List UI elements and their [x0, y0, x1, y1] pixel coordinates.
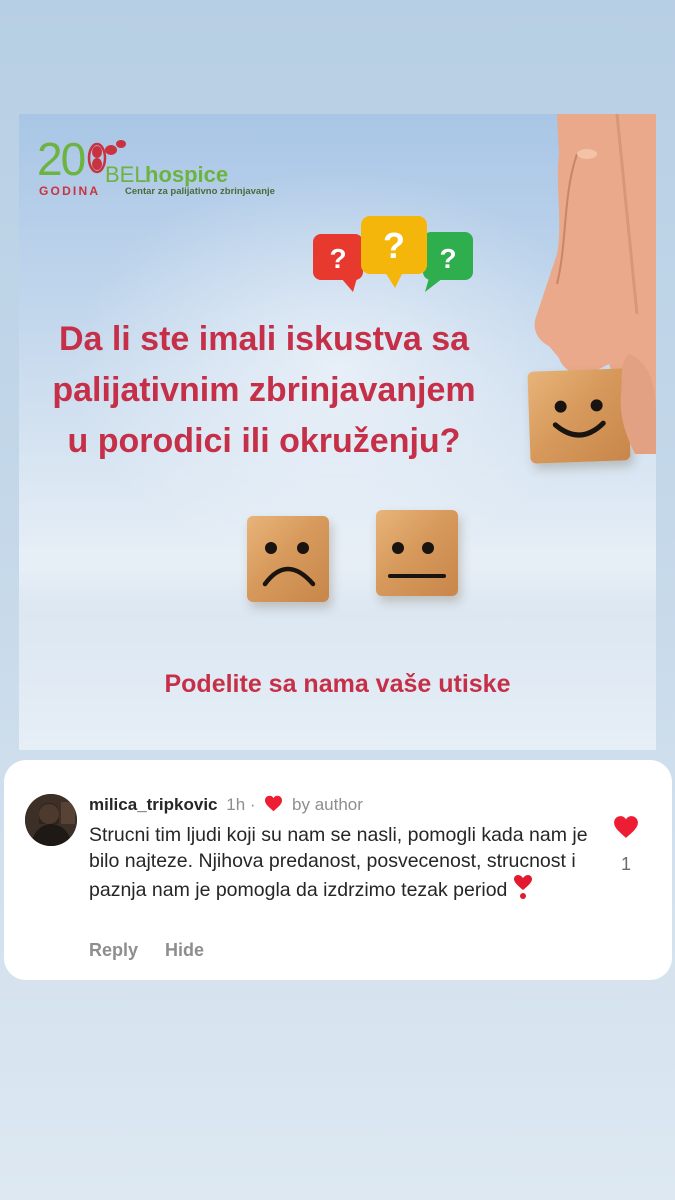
- comment-actions: Reply Hide: [89, 940, 226, 961]
- red-bubble: ?: [313, 234, 363, 292]
- logo-godina: GODINA: [39, 184, 101, 198]
- bubble-mark-1: ?: [329, 243, 346, 274]
- sad-cube: [247, 516, 329, 602]
- avatar-photo: [25, 794, 77, 846]
- meta-separator: ·: [249, 795, 256, 814]
- yellow-bubble: ?: [361, 216, 427, 288]
- post-cta: Podelite sa nama vaše utiske: [164, 670, 511, 698]
- neutral-cube: [376, 510, 458, 596]
- belhospice-logo: 20 GODINA BEL hospice Centar za palijati…: [37, 136, 277, 206]
- green-bubble: ?: [423, 232, 473, 292]
- logo-bel: BEL: [105, 162, 147, 187]
- neutral-face-icon: [388, 542, 446, 578]
- thumb-overlay: [620, 354, 656, 454]
- background-floor: [19, 554, 656, 750]
- logo-hospice: hospice: [145, 162, 229, 187]
- headline-line-2: palijativnim zbrinjavanjem: [52, 371, 476, 409]
- headline-line-3: u porodici ili okruženju?: [67, 422, 461, 460]
- post-image: 20 GODINA BEL hospice Centar za palijati…: [19, 114, 656, 750]
- question-bubbles-icon: ? ? ?: [313, 216, 473, 292]
- logo-number: 20: [37, 133, 86, 185]
- bubble-mark-3: ?: [439, 243, 456, 274]
- heart-exclamation-icon: [514, 875, 533, 899]
- like-count: 1: [620, 854, 631, 874]
- bubble-mark-2: ?: [383, 225, 405, 266]
- sad-face-icon: [262, 542, 316, 587]
- post-headline: Da li ste imali iskustva sa palijativnim…: [19, 314, 509, 467]
- liked-heart-icon: [265, 795, 283, 812]
- reply-button[interactable]: Reply: [89, 940, 138, 960]
- like-heart-icon[interactable]: [613, 815, 639, 839]
- avatar[interactable]: [25, 794, 77, 846]
- logo-subtitle: Centar za palijativno zbrinjavanje: [125, 186, 275, 197]
- hide-button[interactable]: Hide: [165, 940, 204, 960]
- headline-line-1: Da li ste imali iskustva sa: [58, 320, 470, 358]
- comment-meta: milica_tripkovic 1h · by author: [89, 794, 363, 816]
- comment-time: 1h: [226, 795, 246, 814]
- comment-text: Strucni tim ljudi koji su nam se nasli, …: [89, 822, 589, 903]
- liked-by-author: by author: [292, 795, 363, 814]
- comment-card: milica_tripkovic 1h · by author Strucni …: [4, 760, 672, 980]
- comment-username[interactable]: milica_tripkovic: [89, 795, 218, 814]
